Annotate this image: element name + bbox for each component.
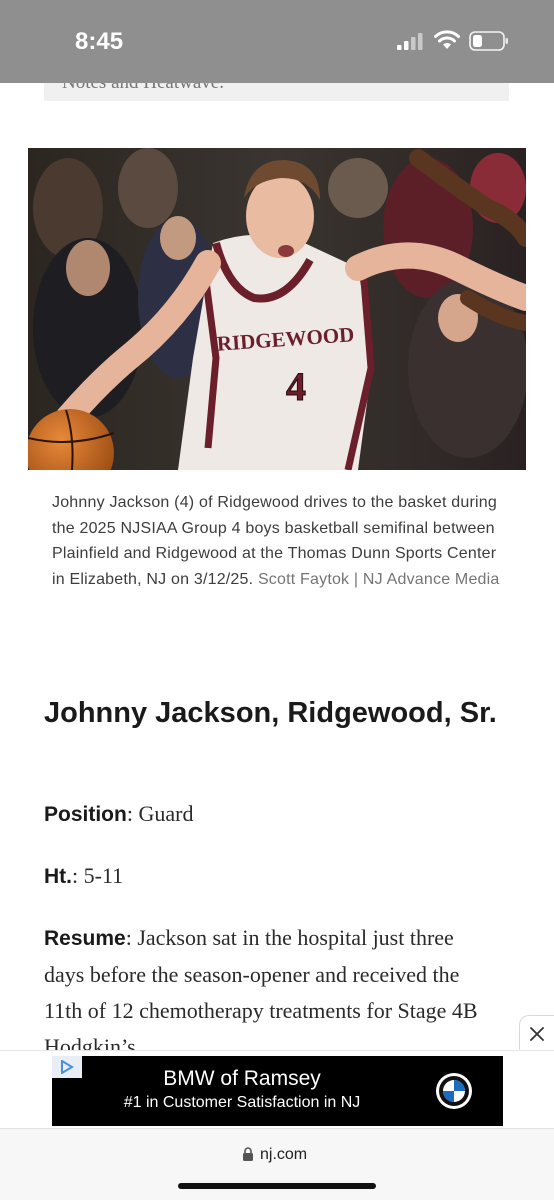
bmw-ad-banner[interactable]: BMW of Ramsey #1 in Customer Satisfactio… xyxy=(52,1056,503,1126)
ad-title: BMW of Ramsey xyxy=(163,1067,321,1090)
battery-icon xyxy=(469,31,508,51)
position-label: Position xyxy=(44,803,127,826)
status-bar: 8:45 xyxy=(0,0,554,83)
resume-label: Resume xyxy=(44,927,126,950)
lock-icon xyxy=(243,1147,253,1161)
resume-paragraph: Resume: Jackson sat in the hospital just… xyxy=(44,920,484,1050)
home-indicator[interactable] xyxy=(178,1183,376,1189)
height-value: 5-11 xyxy=(83,863,124,888)
height-row: Ht.: 5-11 xyxy=(44,863,124,888)
height-label: Ht. xyxy=(44,865,72,888)
position-row: Position: Guard xyxy=(44,801,194,826)
ad-close-button[interactable] xyxy=(519,1015,554,1051)
url-domain[interactable]: nj.com xyxy=(260,1146,307,1164)
photo-credit: Scott Faytok | NJ Advance Media xyxy=(257,570,500,588)
wifi-icon xyxy=(434,30,460,49)
bmw-logo-icon xyxy=(436,1073,472,1109)
previous-section-strip: Notes and Heatwave. xyxy=(44,83,509,101)
article-photo: RIDGEWOOD 4 xyxy=(28,148,526,470)
browser-url-bar[interactable]: nj.com xyxy=(0,1128,554,1200)
previous-section-text: Notes and Heatwave. xyxy=(62,83,224,94)
position-value: Guard xyxy=(138,801,194,826)
ad-subtitle: #1 in Customer Satisfaction in NJ xyxy=(123,1094,361,1111)
photo-caption: Johnny Jackson (4) of Ridgewood drives t… xyxy=(52,490,512,592)
status-time: 8:45 xyxy=(75,28,124,55)
player-headline: Johnny Jackson, Ridgewood, Sr. xyxy=(44,697,497,729)
cellular-signal-icon xyxy=(397,33,423,50)
jersey-number: 4 xyxy=(286,364,306,409)
close-icon xyxy=(530,1026,544,1041)
